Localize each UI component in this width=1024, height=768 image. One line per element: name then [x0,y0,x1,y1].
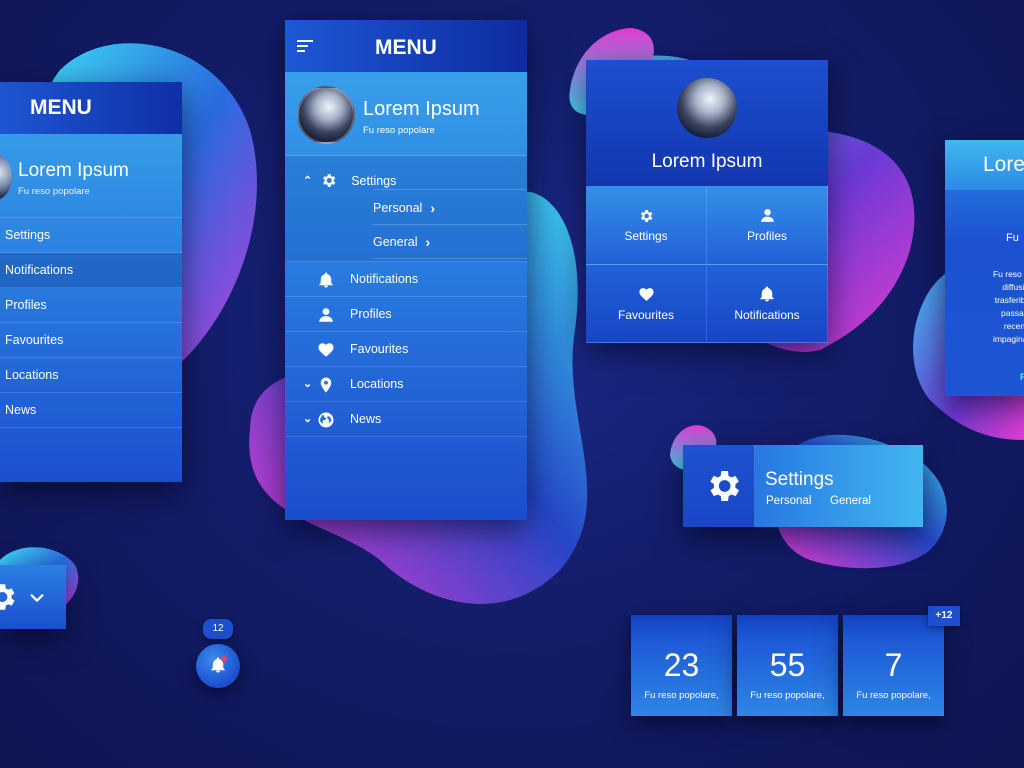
stat-value: 23 [663,647,700,683]
globe-icon [318,412,334,428]
hamburger-icon[interactable] [297,40,313,55]
stat-value: 7 [884,647,903,683]
settings-card-title: Settings [765,469,834,490]
grid-card-profile[interactable]: Lorem Ipsum [586,60,828,186]
chevron-down-icon: ⌄ [303,378,313,390]
profile-subtitle: Fu reso popolare [18,186,90,197]
mini-settings-widget[interactable] [0,565,66,629]
grid-cell-label: Notifications [734,308,800,322]
menu-item-label: News [350,412,382,426]
stat-value: 55 [769,647,806,683]
paragraph-line: impaginazion [992,334,1024,344]
menu-item-label: Profiles [350,307,392,321]
paragraph-line: recente [1003,321,1024,331]
avatar [677,78,737,138]
settings-sub-personal-row[interactable]: Personal › [373,191,527,225]
menu-item-label: Favourites [350,342,409,356]
heart-icon [318,343,334,357]
profile-name: Lorem Ipsum [363,98,480,120]
user-icon [319,308,333,322]
right-card-paragraph: Fu reso popo diffusion trasferibili "L p… [963,268,1024,346]
center-menu-item-locations[interactable]: ⌄ Locations [285,367,527,402]
right-article-card: Lore Fu Fu reso popo diffusion trasferib… [945,140,1024,396]
settings-card-icon-box [683,445,755,527]
paragraph-line: Fu reso popo [992,269,1024,279]
settings-sub-personal-label: Personal [373,200,423,215]
left-menu-title: MENU [30,96,92,119]
left-menu-item-news[interactable]: News [0,393,182,428]
notification-count-badge: 12 [203,619,233,639]
gear-icon [323,174,336,187]
extra-count-badge: +12 [928,606,960,626]
profile-name: Lorem Ipsum [18,160,129,181]
gear-icon [0,584,15,610]
settings-option-personal[interactable]: Personal [766,495,811,507]
menu-item-label: Locations [350,377,404,391]
gear-icon [640,209,653,222]
grid-cell-favourites[interactable]: Favourites [586,265,707,343]
stat-caption: Fu reso popolare, [750,690,825,701]
left-menu-list: Settings Notifications Profiles Favourit… [0,218,182,428]
settings-card[interactable]: Settings Personal General [683,445,923,527]
unread-dot [221,656,227,662]
grid-cell-settings[interactable]: Settings [586,186,707,265]
chevron-right-icon: › [430,199,436,216]
menu-item-label: Notifications [350,272,419,286]
left-menu-item-favourites[interactable]: Favourites [0,323,182,358]
grid-cell-profiles[interactable]: Profiles [707,186,828,265]
settings-sub-general-row[interactable]: General › [373,225,527,259]
user-icon [760,209,774,222]
paragraph-line: passaggi [1000,308,1024,318]
profile-name: Lorem Ipsum [651,151,763,172]
center-menu-item-notifications[interactable]: Notifications [285,262,527,297]
chevron-down-icon [30,594,44,602]
left-menu-item-settings[interactable]: Settings [0,218,182,253]
center-menu-title: MENU [375,36,437,59]
stat-tile[interactable]: 7 Fu reso popolare, [843,615,944,716]
right-card-link[interactable]: F [1020,372,1024,382]
notification-button[interactable] [196,644,240,688]
left-menu-profile[interactable]: Lorem Ipsum Fu reso popolare [0,134,182,218]
stat-caption: Fu reso popolare, [644,690,719,701]
grid-card-cells: Settings Profiles Favourites Notificatio… [586,186,828,343]
profile-grid-card: Lorem Ipsum Settings Profiles Favourites… [586,60,828,343]
chevron-right-icon: › [425,233,431,250]
profile-subtitle: Fu reso popolare [363,125,435,136]
grid-cell-label: Profiles [746,229,787,243]
right-card-title: Lore [945,140,1024,190]
settings-sub-general-label: General [373,234,418,249]
left-menu-item-profiles[interactable]: Profiles [0,288,182,323]
settings-option-general[interactable]: General [830,495,871,507]
grid-cell-label: Settings [624,228,668,243]
center-menu-item-profiles[interactable]: Profiles [285,297,527,332]
left-menu-panel: MENU Lorem Ipsum Fu reso popolare Settin… [0,82,182,482]
heart-icon [638,287,654,301]
gear-icon [710,471,739,501]
right-card-subtitle: Fu [1006,232,1019,244]
chevron-down-icon: ⌄ [303,413,313,425]
center-menu-item-news[interactable]: ⌄ News [285,402,527,437]
pin-icon [320,377,332,393]
grid-cell-notifications[interactable]: Notifications [707,265,828,343]
center-menu-panel: MENU Lorem Ipsum Fu reso popolare ⌃ Sett… [285,20,527,520]
stat-caption: Fu reso popolare, [856,690,931,701]
chevron-up-icon: ⌃ [303,175,313,187]
grid-cell-label: Favourites [617,307,675,322]
center-menu-header: MENU [285,20,527,72]
stat-tile[interactable]: 55 Fu reso popolare, [737,615,838,716]
bell-icon [319,272,333,288]
avatar [297,86,355,144]
left-menu-header: MENU [0,82,182,134]
center-menu-item-favourites[interactable]: Favourites [285,332,527,367]
avatar [0,154,12,200]
left-menu-item-locations[interactable]: Locations [0,358,182,393]
stat-tile[interactable]: 23 Fu reso popolare, [631,615,732,716]
bell-icon [760,286,774,302]
settings-sub-personal[interactable] [373,156,527,190]
paragraph-line: trasferibili "L [994,295,1024,305]
left-menu-item-notifications[interactable]: Notifications [0,253,182,288]
center-menu-profile[interactable]: Lorem Ipsum Fu reso popolare [285,72,527,156]
paragraph-line: diffusion [1002,282,1024,292]
